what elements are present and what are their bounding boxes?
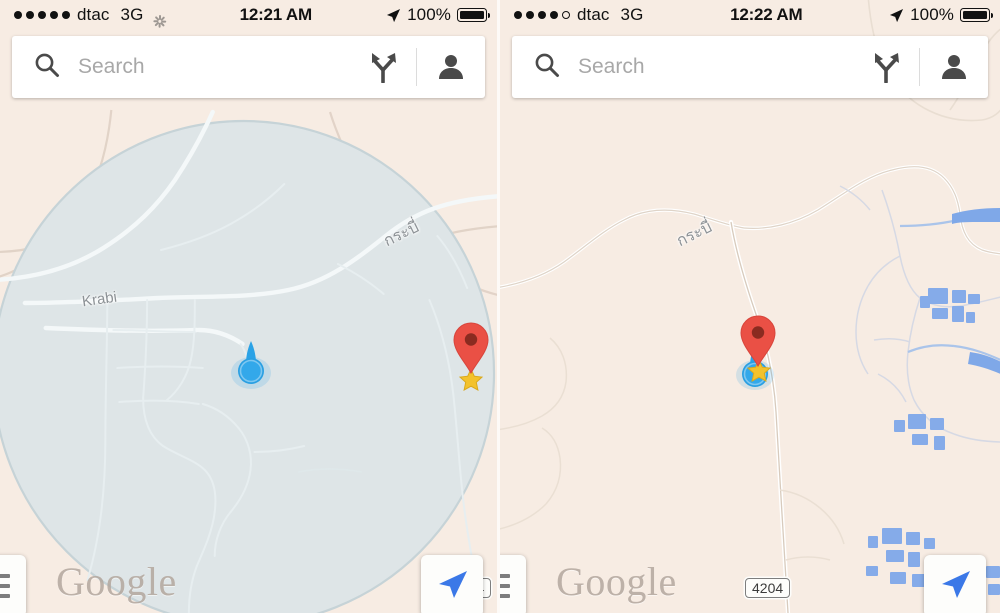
search-icon: [34, 52, 60, 83]
status-bar-right-group: 100%: [889, 5, 993, 25]
status-bar-left-group: dtac 3G: [14, 5, 167, 28]
battery-icon: [960, 8, 993, 22]
account-person-icon[interactable]: [920, 52, 988, 82]
navigation-arrow-icon: [435, 567, 469, 606]
battery-percent: 100%: [910, 5, 954, 24]
map-marker-user-location: [228, 336, 274, 390]
status-bar-left-group: dtac 3G: [514, 5, 643, 25]
navigation-arrow-icon: [938, 567, 972, 606]
signal-dot-empty: [562, 11, 570, 19]
screenshot-panel-right: กระบี่ 4204 dtac 3G 12:22 AM 100% Search…: [500, 0, 1000, 613]
network-type: 3G: [620, 5, 644, 24]
search-icon: [534, 52, 560, 83]
carrier-name: dtac: [77, 5, 110, 24]
search-input[interactable]: [78, 55, 354, 79]
carrier-name: dtac: [577, 5, 610, 24]
signal-strength-dots: [514, 11, 570, 19]
status-bar-left: dtac 3G 12:21 AM 100%: [0, 0, 497, 30]
signal-dot: [26, 11, 34, 19]
account-person-icon[interactable]: [417, 52, 485, 82]
battery-percent: 100%: [407, 5, 451, 24]
location-arrow-icon: [386, 8, 401, 23]
signal-dot: [538, 11, 546, 19]
menu-hamburger-button[interactable]: [0, 555, 26, 613]
road-shield-4204: 4204: [745, 578, 791, 598]
directions-fork-icon[interactable]: [354, 51, 416, 83]
search-bar-right[interactable]: [512, 36, 988, 98]
menu-hamburger-icon: [500, 574, 510, 598]
status-bar-right-group: 100%: [386, 5, 490, 25]
location-arrow-icon: [889, 8, 904, 23]
signal-dot: [526, 11, 534, 19]
signal-dot: [38, 11, 46, 19]
google-wordmark: Google: [56, 559, 177, 604]
signal-dot: [14, 11, 22, 19]
directions-fork-icon[interactable]: [857, 51, 919, 83]
menu-hamburger-icon: [0, 574, 10, 598]
status-bar-clock: 12:21 AM: [239, 5, 313, 24]
navigation-arrow-button[interactable]: [924, 555, 986, 613]
screenshot-panel-left: Krabi กระบี่ 4204: [0, 0, 500, 613]
map-marker-red-pin[interactable]: [739, 315, 777, 368]
spinner-icon: [152, 9, 167, 28]
google-wordmark: Google: [556, 559, 677, 604]
signal-strength-dots: [14, 11, 70, 19]
status-bar-clock: 12:22 AM: [730, 5, 803, 24]
network-type: 3G: [120, 5, 144, 24]
search-input[interactable]: [578, 55, 857, 79]
menu-hamburger-button[interactable]: [500, 555, 526, 613]
battery-icon: [457, 8, 490, 22]
signal-dot: [50, 11, 58, 19]
navigation-arrow-button[interactable]: [421, 555, 483, 613]
status-bar-right: dtac 3G 12:22 AM 100%: [500, 0, 1000, 30]
dual-screenshot-container: Krabi กระบี่ 4204: [0, 0, 1000, 613]
signal-dot: [514, 11, 522, 19]
signal-dot: [550, 11, 558, 19]
search-bar-left[interactable]: [12, 36, 485, 98]
map-marker-red-pin[interactable]: [452, 322, 490, 375]
signal-dot: [62, 11, 70, 19]
